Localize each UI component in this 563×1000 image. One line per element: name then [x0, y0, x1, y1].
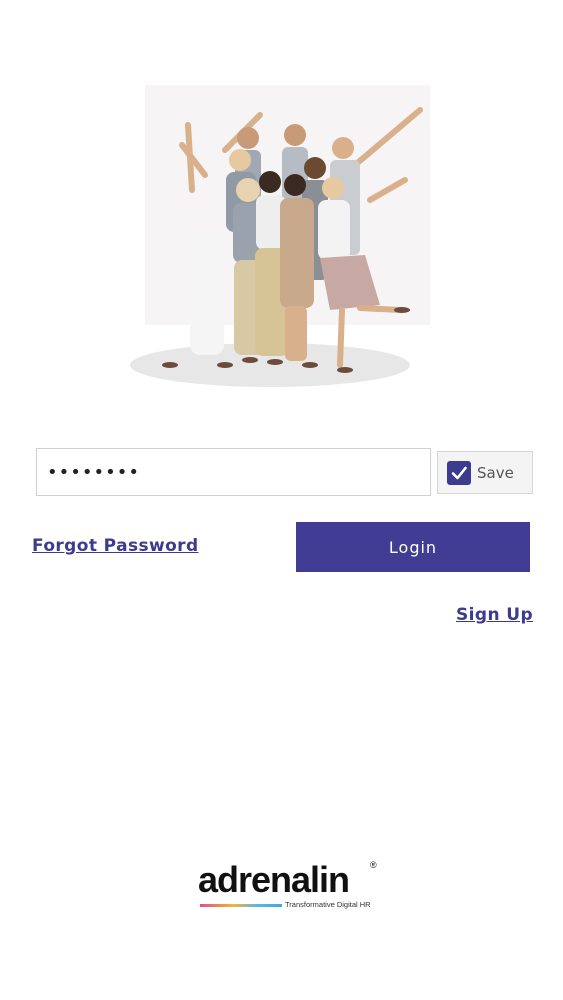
save-checkbox-container[interactable]: Save	[437, 451, 533, 494]
brand-logo: adrenalin ® Transformative Digital HR	[198, 859, 383, 914]
checkmark-icon	[451, 466, 467, 479]
save-checkbox[interactable]	[447, 460, 471, 485]
celebrating-group-image	[130, 85, 430, 387]
brand-name: adrenalin	[198, 859, 350, 900]
brand-color-bar	[200, 904, 282, 907]
brand-tagline: Transformative Digital HR	[285, 900, 371, 909]
save-label: Save	[477, 463, 514, 482]
registered-mark: ®	[370, 860, 377, 870]
hero-illustration	[130, 80, 440, 395]
password-field[interactable]	[36, 448, 431, 496]
forgot-password-link[interactable]: Forgot Password	[32, 536, 199, 556]
password-input[interactable]	[37, 449, 430, 495]
login-button[interactable]: Login	[296, 522, 530, 572]
sign-up-link[interactable]: Sign Up	[456, 605, 533, 625]
